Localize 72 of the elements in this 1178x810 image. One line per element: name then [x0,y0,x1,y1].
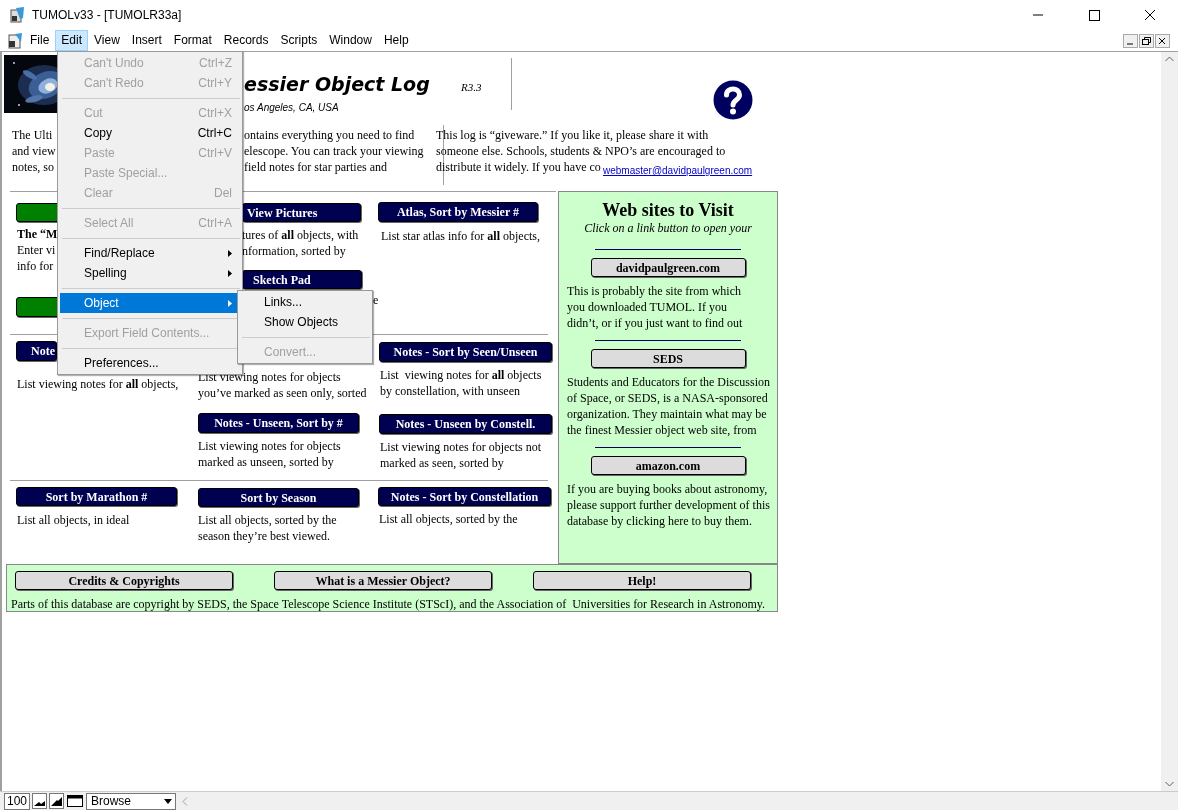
menu-item[interactable]: Show Objects [240,312,370,332]
layout-button[interactable]: Sketch Pad [242,270,362,289]
description-text: e [373,292,379,308]
site-description: If you are buying books about astronomy, please support further development of this database by clicking here to buy them. [566,481,771,529]
description-text: List viewing notes for all objects by constellation, with unseen [380,367,542,399]
submenu-arrow-icon [228,299,232,307]
close-button[interactable] [1155,33,1170,48]
help-icon[interactable] [713,80,753,120]
menu-item[interactable]: Insert [125,30,168,51]
version-text: R3.3 [461,80,482,95]
app-icon [8,6,26,24]
description-text: distribute it widely. If you have co [436,159,601,175]
description-text: The Ulti and view notes, so [12,127,56,175]
description-text: List all objects, sorted by the [379,511,518,527]
site-button[interactable]: SEDS [590,349,746,368]
layout-button[interactable]: Notes - Sort by Seen/Unseen [379,342,552,362]
layout-button[interactable]: Sort by Season [198,488,359,507]
layout-button[interactable]: Notes - Unseen, Sort by # [198,413,359,433]
menu-item[interactable]: Help [377,30,415,51]
description-text: List all objects, sorted by the season they’re best viewed. [198,512,337,544]
footer-button[interactable]: Credits & Copyrights [15,571,233,590]
menu-item[interactable]: Edit [55,30,89,51]
description-text: List viewing notes for objects not marked as seen, sorted by [380,439,541,471]
layout-button[interactable]: Atlas, Sort by Messier # [378,202,538,222]
layout-button[interactable]: Notes - Unseen by Constell. [379,414,552,434]
site-button[interactable]: davidpaulgreen.com [590,258,746,277]
menu-item[interactable]: Links... [240,292,370,312]
layout-button[interactable]: View Pictures [242,203,361,222]
description-text: The “M Enter vi info for [17,226,58,274]
menu-item[interactable]: Format [167,30,218,51]
site-description: This is probably the site from which you downloaded TUMOL. If you didn’t, or if you just want to find out [566,283,744,331]
document-icon[interactable] [6,31,24,50]
description-text: ontains everything you need to find elescope. You can track your viewing field notes for star parties and [244,127,424,175]
description-text: List viewing notes for all objects, [17,376,179,392]
copyright-text: Parts of this database are copyright by SEDS, the Space Telescope Science Institute (STScI), and the Association of Universities for Research in Astronomy. [11,596,766,612]
panel-heading: Web sites to Visit [602,200,734,220]
description-text: List viewing notes for objects marked as unseen, sorted by [198,438,341,470]
menu-item[interactable]: Window [323,30,378,51]
description-text: tures of all objects, with nformation, sorted by [242,227,359,259]
zoom-in-icon[interactable] [49,793,65,809]
zoom-level[interactable]: 100 [4,792,31,810]
restore-button[interactable] [1139,33,1154,48]
layout-button[interactable]: Notes - Sort by Constellation [378,487,551,506]
site-button[interactable]: amazon.com [590,456,746,475]
submenu-arrow-icon [228,269,232,277]
menu-item[interactable]: Scripts [274,30,324,51]
footer-button[interactable]: What is a Messier Object? [274,571,492,590]
description-text: List all objects, in ideal [17,512,130,528]
layout-button[interactable]: Sort by Marathon # [16,487,177,506]
footer-button[interactable]: Help! [533,571,751,590]
minimize-button[interactable] [1123,33,1138,48]
location-text: os Angeles, CA, USA [244,101,339,115]
panel-subheading: Click on a link button to open your [584,220,752,236]
window-title: TUMOLv33 - [TUMOLR33a] [32,7,182,24]
site-description: Students and Educators for the Discussion of Space, or SEDS, is a NASA-sponsored organization. They maintain what may be the finest Messier object web site, from [566,374,771,438]
layout-icon[interactable] [66,793,85,809]
mode-dropdown[interactable]: Browse [86,792,177,810]
title-text: essier Object Log [244,72,430,97]
menu-item[interactable]: Find/Replace [60,243,240,263]
menu-item[interactable]: View [88,30,126,51]
layout-button[interactable]: Note [16,341,57,361]
submenu-arrow-icon [228,249,232,257]
description-text: List star atlas info for all objects, [381,228,540,244]
email-link[interactable]: webmaster@davidpaulgreen.com [603,163,753,178]
menu-item[interactable]: Records [217,30,275,51]
menu-item[interactable]: Copy Ctrl+C [60,123,240,143]
menu-item[interactable]: Preferences... [60,353,240,373]
menu-item[interactable]: Object [60,293,240,313]
zoom-out-icon[interactable] [32,793,48,809]
menu-item[interactable]: Spelling [60,263,240,283]
menu-item[interactable]: File [24,30,56,51]
caret-icon [164,798,173,804]
